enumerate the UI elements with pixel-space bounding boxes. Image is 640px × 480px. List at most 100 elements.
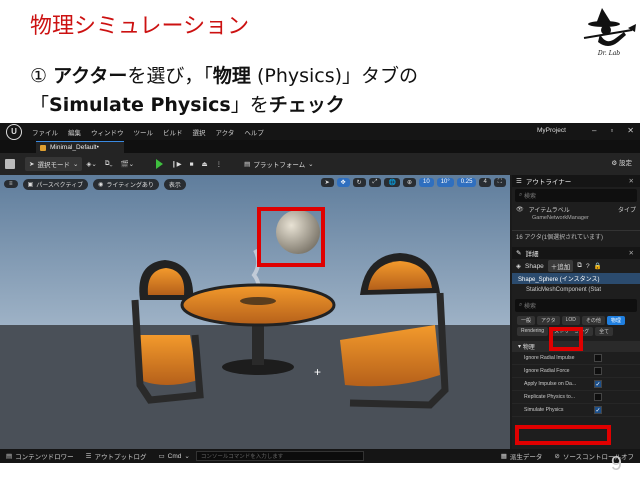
property-row: Replicate Physics to...	[512, 391, 640, 404]
select-tool-icon[interactable]: ➤	[320, 178, 334, 187]
category-all[interactable]: 全て	[595, 327, 614, 336]
unreal-editor-window: U ファイル 編集 ウィンドウ ツール ビルド 選択 アクタ ヘルプ MyPro…	[0, 123, 640, 463]
viewport-transform-toolbar: ➤ ✥ ↻ ⤢ 🌐 ⊕ 10 10° 0.25 4 ⛶	[320, 178, 506, 187]
property-checkbox[interactable]	[594, 367, 602, 375]
content-drawer-button[interactable]: ▤ コンテンツドロワー	[0, 451, 80, 461]
menu-select[interactable]: 選択	[193, 127, 206, 137]
minimize-icon[interactable]: –	[592, 126, 596, 135]
table-center-plate	[240, 297, 276, 305]
close-icon[interactable]: ✕	[627, 126, 634, 135]
platforms-dropdown[interactable]: ▤ プラットフォーム ⌄	[240, 157, 317, 171]
lighting-label: ライティングあり	[106, 182, 154, 189]
property-checkbox[interactable]: ✓	[594, 380, 602, 388]
level-viewport[interactable]: ≡ ▣ パースペクティブ ◉ ライティングあり 表示 ➤ ✥ ↻ ⤢ 🌐 ⊕ 1…	[0, 175, 510, 449]
grid-snap-button[interactable]: 10	[419, 178, 434, 187]
unreal-logo-icon[interactable]: U	[6, 123, 22, 140]
category-rendering[interactable]: Rendering	[517, 327, 549, 336]
project-name: MyProject	[537, 127, 566, 134]
menu-build[interactable]: ビルド	[163, 127, 183, 137]
cmd-dropdown[interactable]: ▭ Cmd ⌄	[152, 452, 195, 461]
settings-button[interactable]: ⚙ 設定	[611, 157, 632, 167]
play-button[interactable]	[152, 157, 167, 171]
category-actor[interactable]: アクタ	[537, 316, 560, 325]
folder-icon: ▤	[6, 453, 13, 460]
surface-snap-icon[interactable]: ⊕	[402, 178, 416, 187]
viewport-crosshair-icon: +	[314, 365, 322, 379]
category-lod[interactable]: LOD	[561, 316, 580, 325]
menu-tools[interactable]: ツール	[134, 127, 154, 137]
scale-snap-value: 0.25	[460, 179, 473, 185]
lighting-button[interactable]: ◉ ライティングあり	[93, 178, 159, 190]
details-search-input[interactable]: ⌕ 検索	[515, 299, 637, 312]
output-log-button[interactable]: ☰ アウトプットログ	[80, 451, 153, 461]
world-local-icon[interactable]: 🌐	[384, 178, 400, 187]
source-control-button[interactable]: ⊘ ソースコントロールオフ	[548, 451, 640, 461]
category-general[interactable]: 一般	[517, 316, 536, 325]
selected-component-row[interactable]: Shape_Sphere (インスタンス)	[512, 273, 640, 284]
help-icon[interactable]: ?	[586, 263, 590, 270]
platform-label: プラットフォーム	[253, 162, 306, 169]
blueprint-button[interactable]: ⧉⌄	[101, 157, 117, 171]
add-content-button[interactable]: ◈⌄	[82, 157, 100, 171]
column-type[interactable]: タイプ	[618, 205, 636, 214]
viewport-menu-button[interactable]: ≡	[4, 180, 18, 188]
category-physics[interactable]: 物理	[606, 316, 625, 325]
menu-edit[interactable]: 編集	[68, 127, 81, 137]
add-component-button[interactable]: ＋追加	[547, 260, 574, 272]
play-options-button[interactable]: ⋮	[212, 157, 227, 171]
open-bracket: 「	[30, 94, 50, 116]
property-checkbox[interactable]	[594, 393, 602, 401]
rotate-tool-icon[interactable]: ↻	[352, 178, 366, 187]
column-label[interactable]: アイテムラベル	[529, 205, 570, 214]
terminal-icon: ▭	[158, 453, 165, 460]
witch-logo: Dr. Lab	[580, 2, 638, 58]
derived-data-button[interactable]: ▦ 派生データ	[495, 451, 549, 461]
property-checkbox[interactable]	[594, 354, 602, 362]
slide-title: 物理シミュレーション	[30, 14, 250, 39]
chevron-down-icon: ⌄	[184, 453, 190, 460]
actor-name[interactable]: Shape	[525, 263, 544, 270]
eye-icon[interactable]: 👁	[516, 206, 524, 213]
lock-icon[interactable]: 🔒	[594, 262, 602, 270]
grid-snap-value: 10	[423, 179, 430, 185]
scale-tool-icon[interactable]: ⤢	[368, 178, 382, 187]
camera-speed-button[interactable]: 4	[479, 178, 491, 187]
select-mode-dropdown[interactable]: ➤ 選択モード ⌄	[25, 157, 83, 171]
move-tool-icon[interactable]: ✥	[336, 178, 350, 187]
close-icon[interactable]: ✕	[629, 177, 634, 185]
outliner-search-placeholder: 検索	[524, 194, 537, 200]
content-drawer-label: コンテンツドロワー	[15, 454, 74, 461]
save-icon[interactable]	[5, 159, 15, 169]
static-mesh-component-row[interactable]: StaticMeshComponent (Stat	[512, 284, 640, 295]
details-tab[interactable]: ✎ 詳細 ✕	[512, 247, 640, 259]
actor-count: 16 アクタ(1個選択されています)	[512, 230, 640, 242]
console-command-input[interactable]: コンソールコマンドを入力します	[195, 451, 364, 461]
step-button[interactable]: ❙▶	[167, 157, 185, 171]
property-checkbox[interactable]: ✓	[594, 406, 602, 414]
blueprint-icon[interactable]: ⧉	[577, 262, 582, 270]
scale-snap-button[interactable]: 0.25	[456, 178, 477, 187]
cinematics-button[interactable]: 🎬⌄	[117, 157, 139, 171]
maximize-viewport-icon[interactable]: ⛶	[493, 178, 506, 187]
show-button[interactable]: 表示	[163, 178, 186, 190]
menu-help[interactable]: ヘルプ	[244, 127, 264, 137]
outliner-row[interactable]: GameNetworkManager	[512, 215, 640, 224]
details-title: 詳細	[525, 251, 539, 258]
rotation-snap-button[interactable]: 10°	[436, 178, 454, 187]
menu-actor[interactable]: アクタ	[216, 127, 235, 137]
category-misc[interactable]: その他	[581, 316, 605, 325]
menu-file[interactable]: ファイル	[32, 127, 58, 137]
menu-window[interactable]: ウィンドウ	[91, 127, 124, 137]
perspective-button[interactable]: ▣ パースペクティブ	[22, 178, 89, 190]
outliner-tab[interactable]: ☰ アウトライナー ✕	[512, 175, 640, 187]
simulate-physics-term: Simulate Physics	[49, 94, 231, 116]
viewport-scene	[0, 175, 510, 449]
add-label: 追加	[557, 264, 571, 271]
stop-button[interactable]: ■	[186, 157, 198, 171]
level-tab[interactable]: Minimal_Default•	[36, 141, 124, 153]
close-icon[interactable]: ✕	[629, 249, 634, 257]
outliner-search-input[interactable]: ⌕ 検索	[515, 189, 637, 202]
menu-bar: U ファイル 編集 ウィンドウ ツール ビルド 選択 アクタ ヘルプ MyPro…	[0, 123, 640, 140]
maximize-icon[interactable]: ▫	[610, 126, 613, 135]
eject-button[interactable]: ⏏	[198, 157, 212, 171]
